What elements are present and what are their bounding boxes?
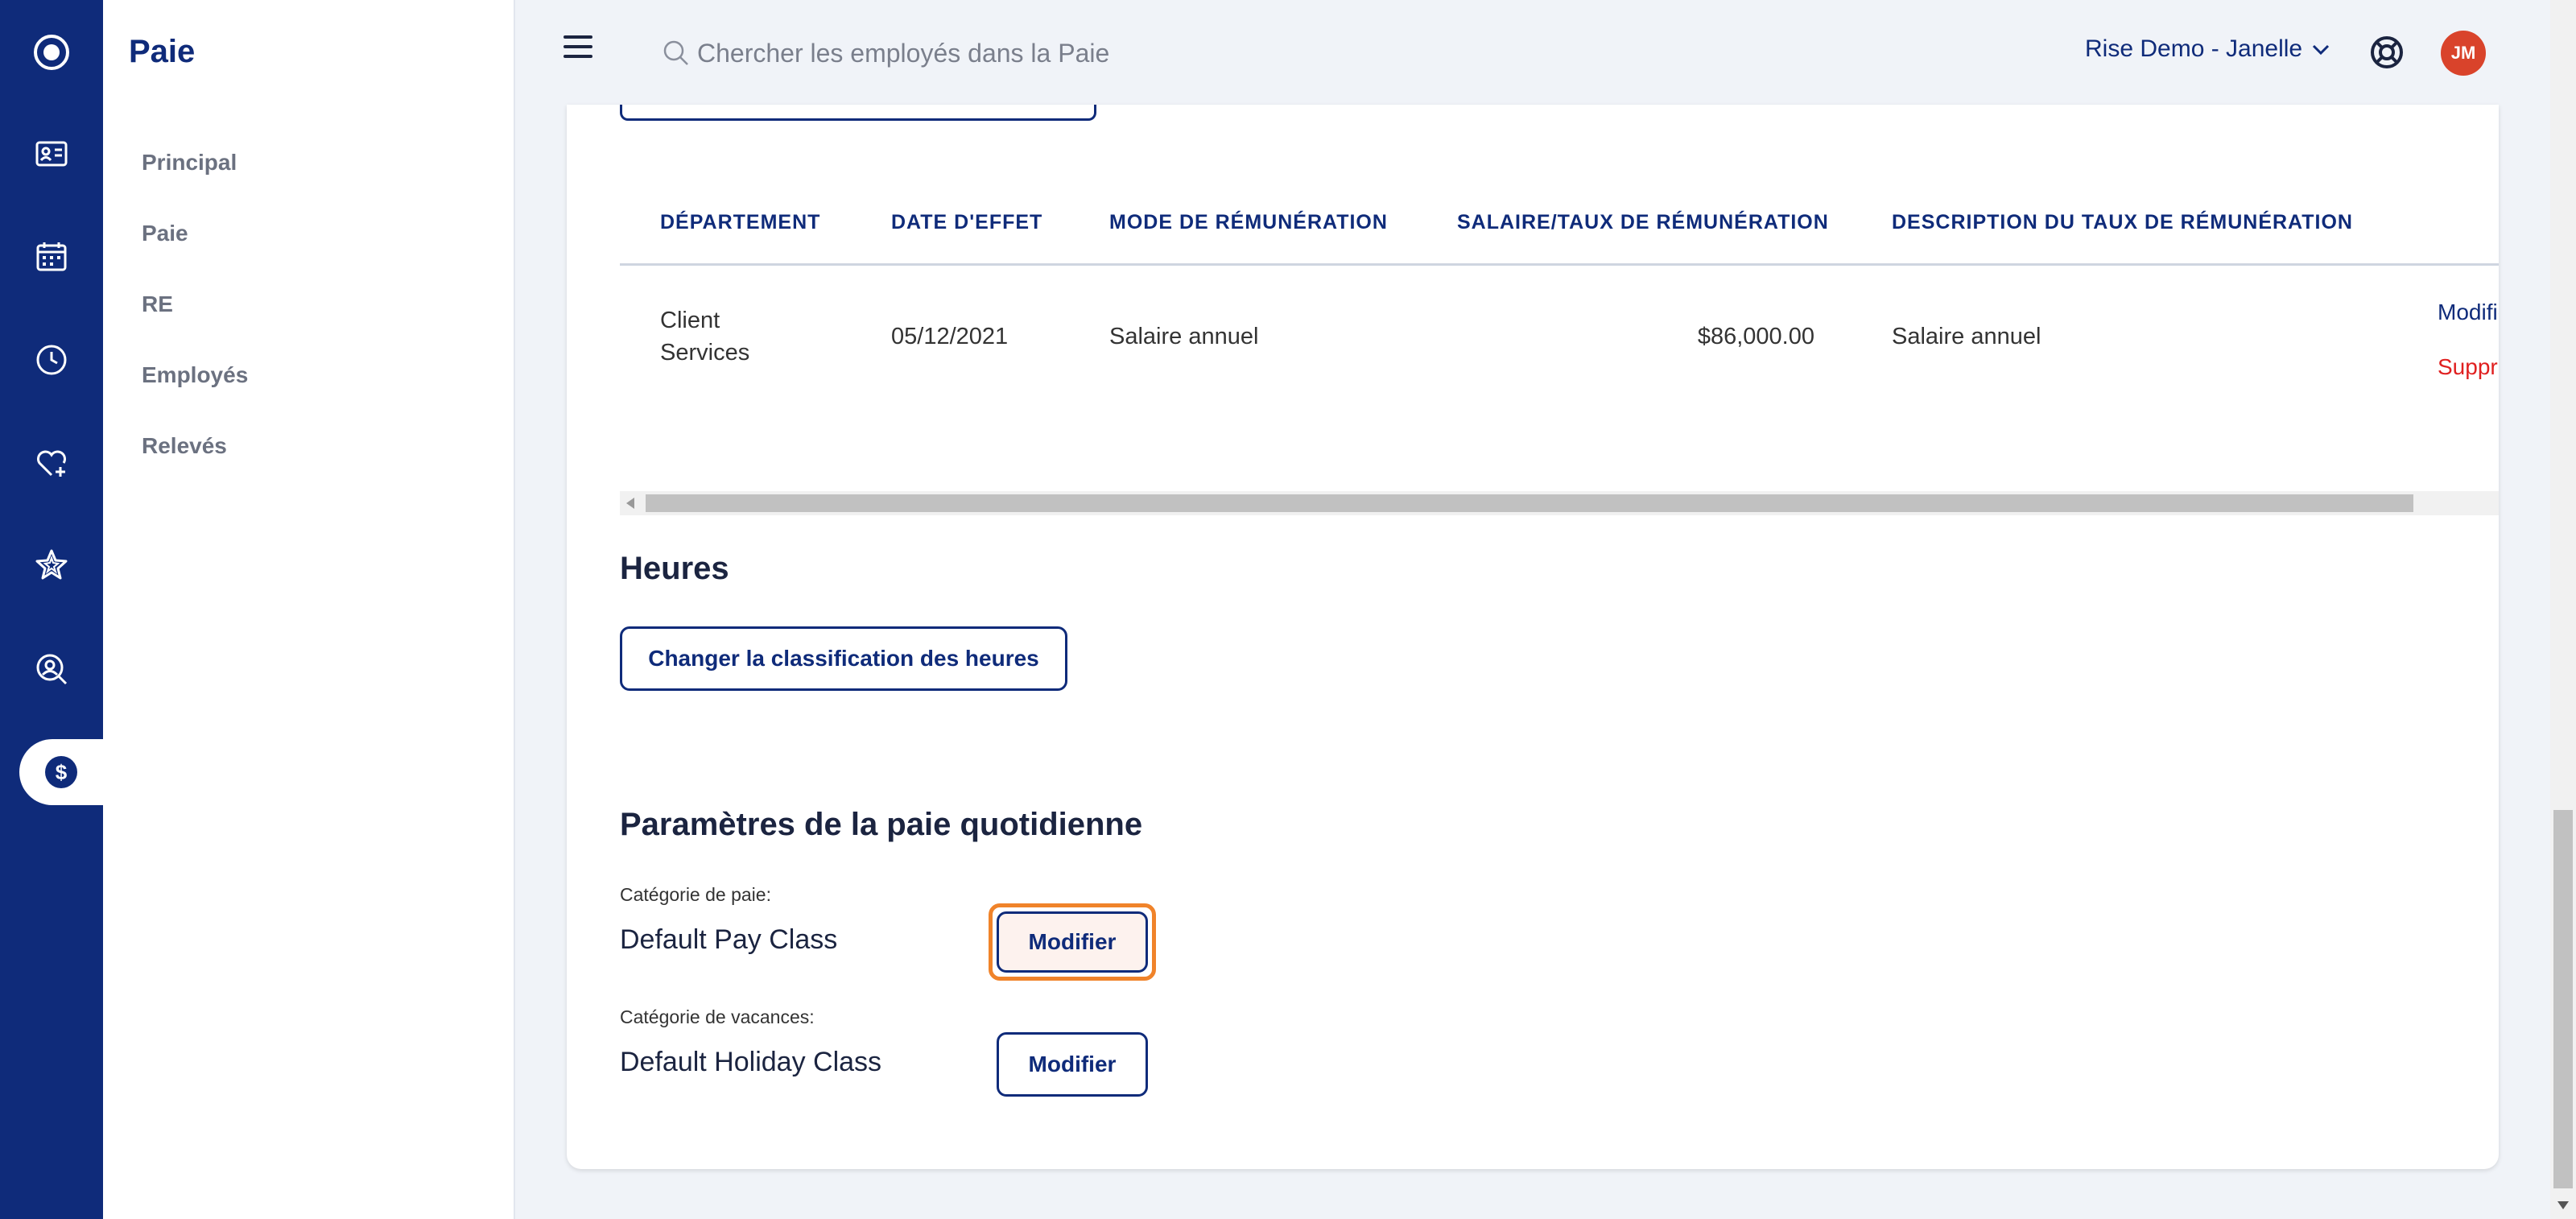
main-card: DÉPARTEMENT DATE D'EFFET MODE DE RÉMUNÉR… bbox=[567, 105, 2499, 1169]
user-avatar[interactable]: JM bbox=[2441, 31, 2486, 76]
id-card-icon[interactable] bbox=[0, 121, 103, 187]
account-switcher[interactable]: Rise Demo - Janelle bbox=[2085, 35, 2333, 63]
cell-rate: $86,000.00 bbox=[1697, 324, 1814, 349]
clock-icon[interactable] bbox=[0, 327, 103, 393]
cell-department-line1: Client bbox=[660, 308, 720, 333]
column-header-pay-mode: MODE DE RÉMUNÉRATION bbox=[1109, 211, 1388, 233]
search-input[interactable] bbox=[697, 38, 1357, 68]
calendar-icon[interactable] bbox=[0, 224, 103, 290]
cell-pay-mode: Salaire annuel bbox=[1109, 324, 1259, 349]
holiday-category-label: Catégorie de vacances: bbox=[620, 1006, 815, 1027]
column-header-department: DÉPARTEMENT bbox=[660, 211, 821, 233]
holiday-category-value: Default Holiday Class bbox=[620, 1047, 882, 1077]
sidebar: Paie Principal Paie RE Employés Relevés bbox=[103, 0, 515, 1219]
table-horizontal-scrollbar[interactable] bbox=[620, 491, 2499, 515]
dollar-icon: $ bbox=[45, 756, 77, 788]
heart-plus-icon[interactable] bbox=[0, 430, 103, 496]
modify-holiday-category-button[interactable]: Modifier bbox=[997, 1032, 1148, 1097]
search-person-icon[interactable] bbox=[0, 636, 103, 702]
chevron-down-icon bbox=[2313, 44, 2330, 56]
scrollbar-thumb[interactable] bbox=[646, 494, 2413, 512]
table-header: DÉPARTEMENT DATE D'EFFET MODE DE RÉMUNÉR… bbox=[620, 161, 2499, 266]
hours-section-title: Heures bbox=[620, 551, 729, 586]
search-bar bbox=[660, 32, 1385, 74]
app-logo-icon[interactable] bbox=[0, 19, 103, 85]
partial-button-above[interactable] bbox=[620, 105, 1096, 121]
cell-department-line2: Services bbox=[660, 340, 750, 366]
search-icon bbox=[663, 40, 688, 65]
compensation-table: DÉPARTEMENT DATE D'EFFET MODE DE RÉMUNÉR… bbox=[620, 161, 2499, 548]
scroll-left-arrow-icon[interactable] bbox=[626, 498, 634, 509]
daily-pay-section-title: Paramètres de la paie quotidienne bbox=[620, 807, 1143, 842]
sidebar-item-re[interactable]: RE bbox=[142, 291, 173, 317]
modify-pay-category-button[interactable]: Modifier bbox=[997, 911, 1148, 973]
sidebar-item-employes[interactable]: Employés bbox=[142, 362, 248, 388]
page-vertical-scrollbar[interactable] bbox=[2550, 0, 2576, 1219]
account-label: Rise Demo - Janelle bbox=[2085, 35, 2303, 62]
column-header-effective-date: DATE D'EFFET bbox=[891, 211, 1043, 233]
change-hours-classification-button[interactable]: Changer la classification des heures bbox=[620, 626, 1067, 691]
sidebar-item-releves[interactable]: Relevés bbox=[142, 433, 227, 459]
column-header-rate-description: DESCRIPTION DU TAUX DE RÉMUNÉRATION bbox=[1892, 211, 2353, 233]
cell-effective-date: 05/12/2021 bbox=[891, 324, 1009, 349]
top-bar: Rise Demo - Janelle JM bbox=[515, 0, 2550, 105]
row-edit-link[interactable]: Modifier bbox=[2438, 300, 2499, 325]
row-delete-link[interactable]: Supprimer bbox=[2438, 354, 2499, 380]
pay-category-value: Default Pay Class bbox=[620, 924, 838, 955]
sidebar-item-principal[interactable]: Principal bbox=[142, 150, 237, 176]
cell-rate-description: Salaire annuel bbox=[1892, 324, 2041, 349]
column-header-rate: SALAIRE/TAUX DE RÉMUNÉRATION bbox=[1457, 211, 1829, 233]
payroll-nav-item[interactable]: $ bbox=[19, 739, 103, 805]
sidebar-item-paie[interactable]: Paie bbox=[142, 221, 188, 246]
star-icon[interactable] bbox=[0, 531, 103, 597]
pay-category-label: Catégorie de paie: bbox=[620, 884, 771, 905]
sidebar-title: Paie bbox=[129, 34, 196, 69]
scroll-down-arrow-icon[interactable] bbox=[2557, 1201, 2569, 1209]
nav-rail: $ bbox=[0, 0, 103, 1219]
help-lifebuoy-icon[interactable] bbox=[2367, 32, 2407, 72]
menu-icon[interactable] bbox=[564, 35, 592, 58]
page-scrollbar-thumb[interactable] bbox=[2553, 810, 2573, 1188]
